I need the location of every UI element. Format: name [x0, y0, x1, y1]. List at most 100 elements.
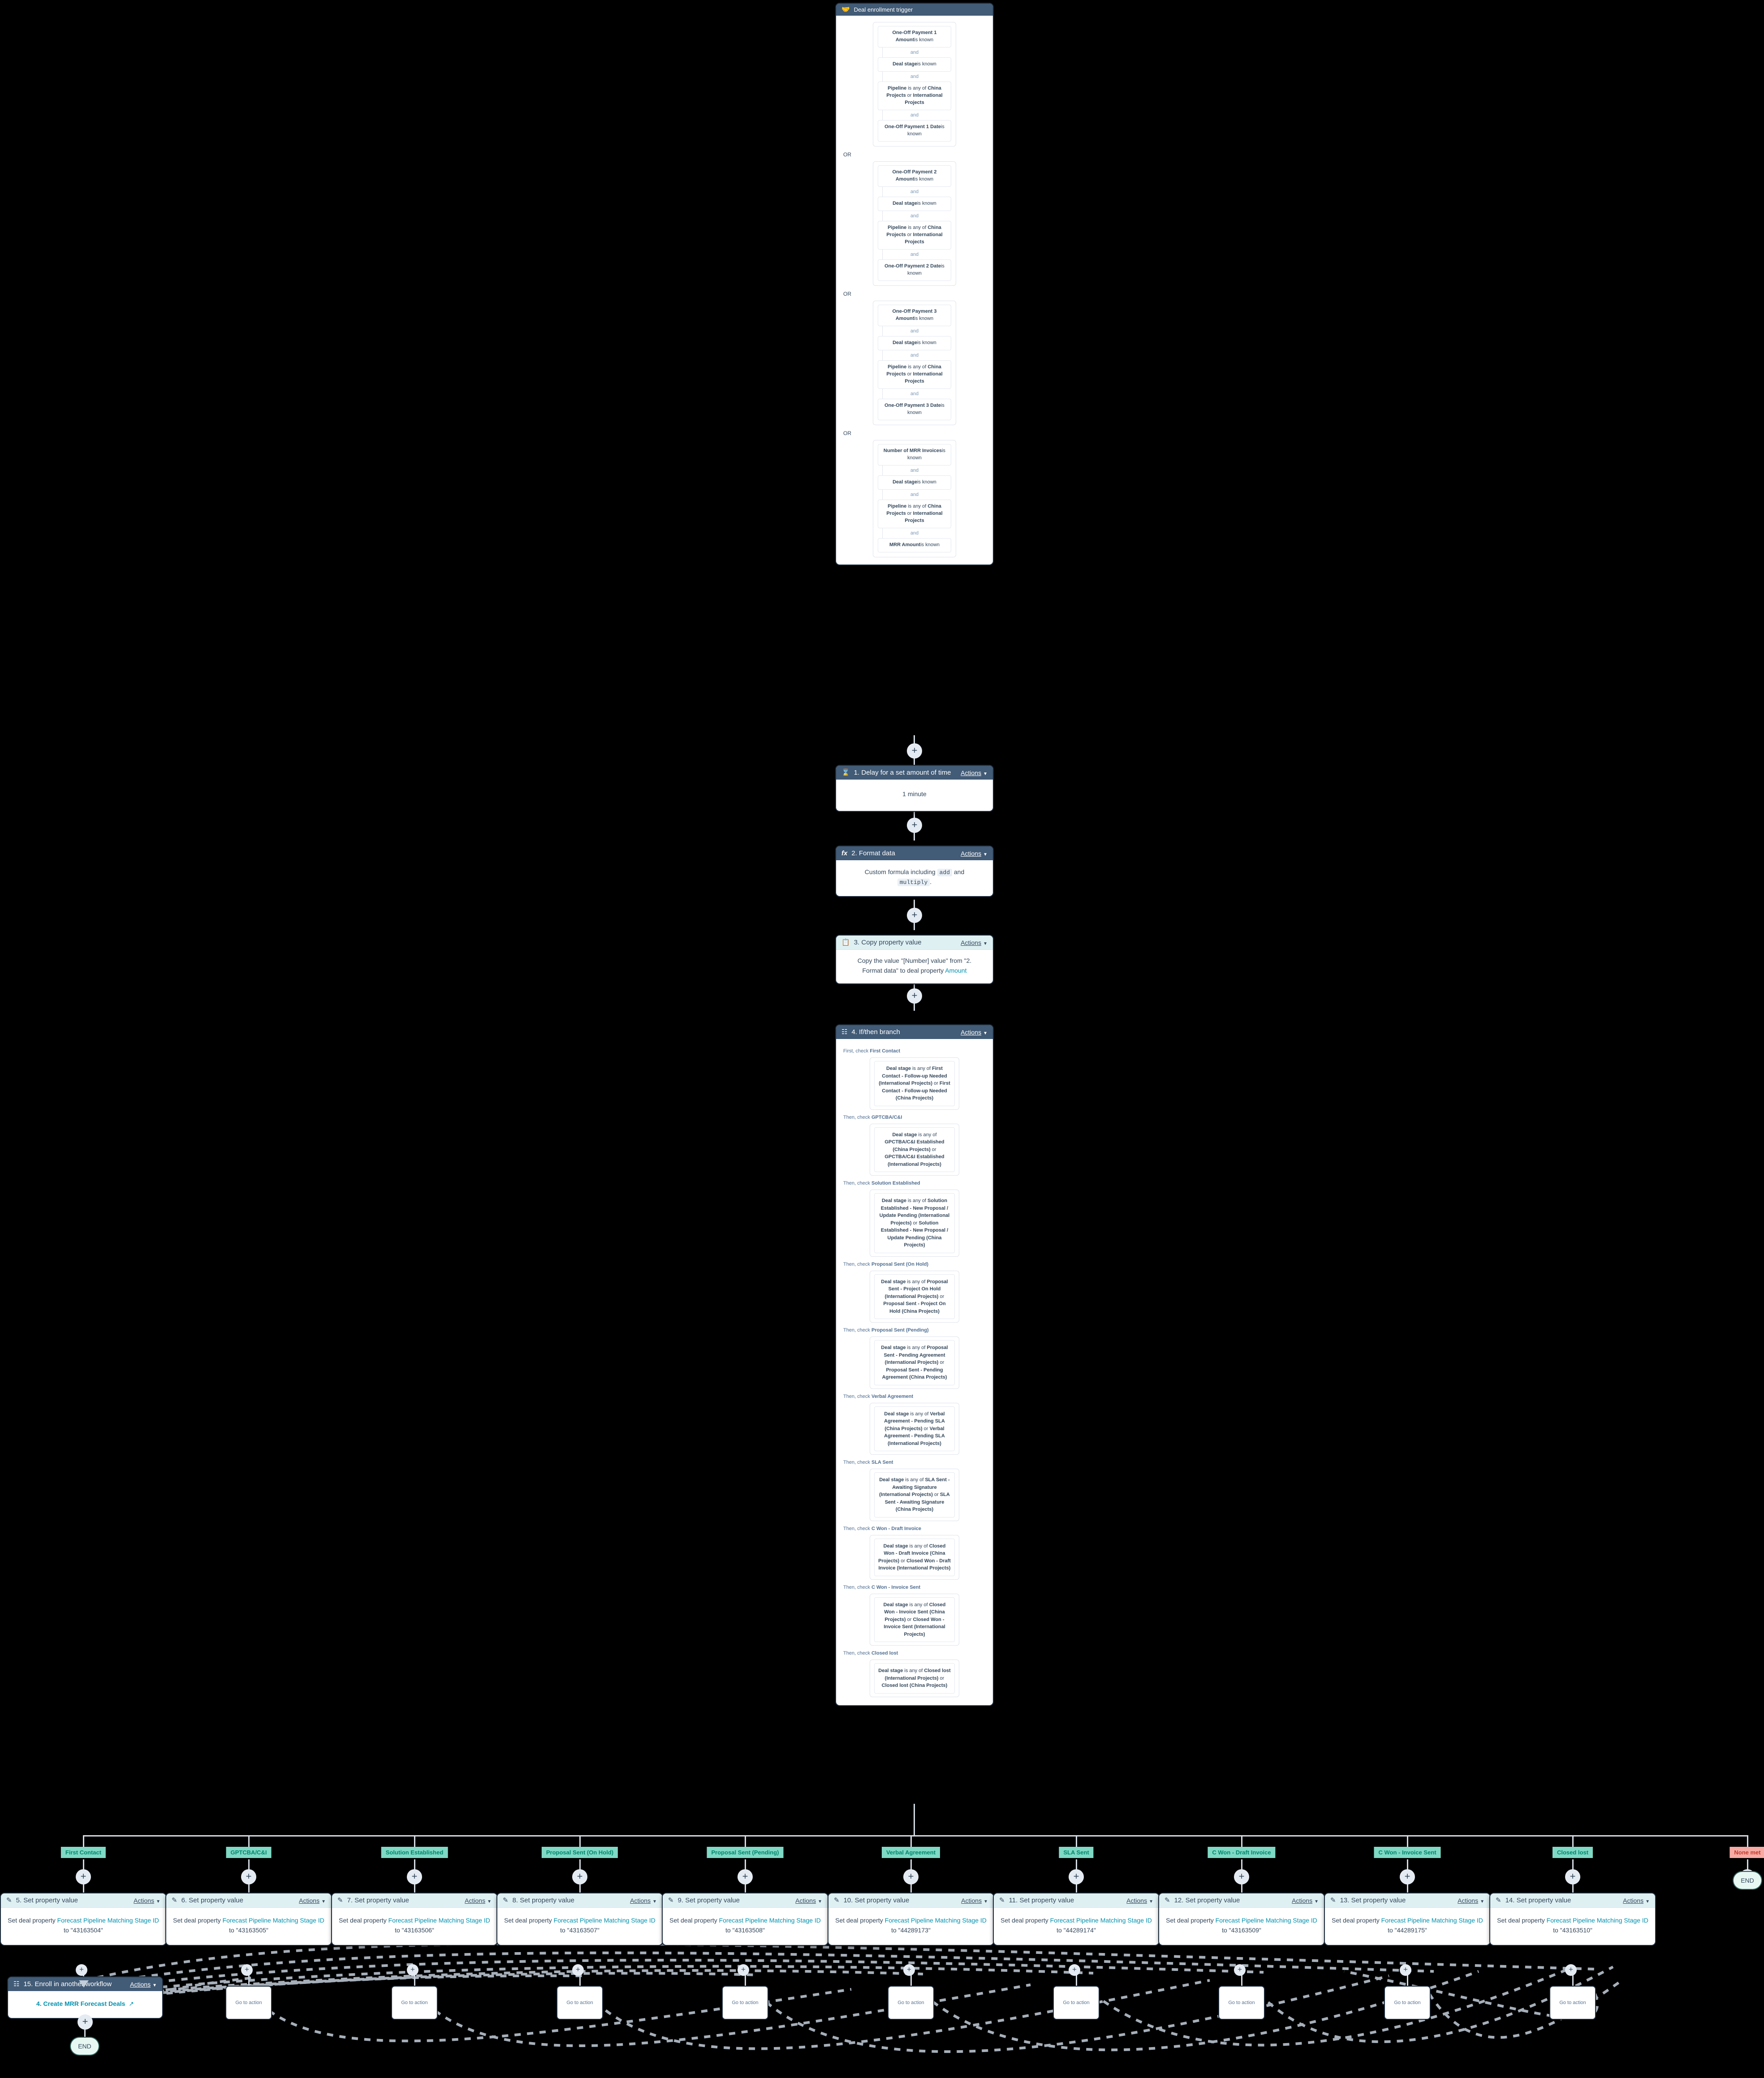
- trigger-filter-row[interactable]: One-Off Payment 3 Amountis known: [878, 305, 951, 327]
- branch-card-actions-menu[interactable]: Actions ▼: [1458, 1897, 1484, 1904]
- branch-card-actions-menu[interactable]: Actions ▼: [1292, 1897, 1319, 1904]
- goto-action-box-10[interactable]: Go to action: [1550, 1987, 1595, 2019]
- branch-action-card-2[interactable]: ✎ 6. Set property value Actions ▼ Set deal p…: [166, 1893, 331, 1945]
- trigger-filter-row[interactable]: MRR Amountis known: [878, 538, 951, 552]
- branch-property-link[interactable]: Forecast Pipeline Matching Stage ID: [1547, 1917, 1648, 1924]
- add-step-button-goto-10[interactable]: +: [1565, 1964, 1577, 1976]
- branch-property-link[interactable]: Forecast Pipeline Matching Stage ID: [1050, 1917, 1152, 1924]
- add-step-button-2[interactable]: +: [907, 818, 922, 833]
- step-delay-actions-menu[interactable]: Actions ▼: [961, 769, 988, 776]
- branch-card-actions-menu[interactable]: Actions ▼: [1623, 1897, 1650, 1904]
- goto-action-box-5[interactable]: Go to action: [723, 1987, 768, 2019]
- branch-property-link[interactable]: Forecast Pipeline Matching Stage ID: [1216, 1917, 1317, 1924]
- trigger-filter-row[interactable]: Pipeline is any of China Projects or Int…: [878, 220, 951, 250]
- branch-chip-4[interactable]: Proposal Sent (On Hold): [541, 1847, 618, 1858]
- add-step-button-branch-7[interactable]: +: [1069, 1869, 1084, 1884]
- goto-action-box-7[interactable]: Go to action: [1054, 1987, 1099, 2019]
- branch-card-actions-menu[interactable]: Actions ▼: [134, 1897, 160, 1904]
- branch-chip-7[interactable]: SLA Sent: [1059, 1847, 1094, 1858]
- branch-property-link[interactable]: Forecast Pipeline Matching Stage ID: [1381, 1917, 1483, 1924]
- trigger-filter-row[interactable]: Number of MRR Invoicesis known: [878, 444, 951, 466]
- branch-chip-10[interactable]: Closed lost: [1552, 1847, 1593, 1858]
- step-delay-card[interactable]: ⌛ 1. Delay for a set amount of time Acti…: [836, 766, 993, 811]
- add-step-button-branch-2[interactable]: +: [241, 1869, 256, 1884]
- branch-property-link[interactable]: Forecast Pipeline Matching Stage ID: [388, 1917, 490, 1924]
- trigger-filter-row[interactable]: Deal stageis known: [878, 475, 951, 490]
- add-step-button-goto-2[interactable]: +: [241, 1964, 253, 1976]
- branch-property-link[interactable]: Forecast Pipeline Matching Stage ID: [57, 1917, 159, 1924]
- branch-card-actions-menu[interactable]: Actions ▼: [465, 1897, 492, 1904]
- branch-condition-box[interactable]: Deal stage is any of Verbal Agreement - …: [874, 1406, 955, 1452]
- branch-action-card-6[interactable]: ✎ 10. Set property value Actions ▼ Set deal …: [828, 1893, 993, 1945]
- branch-property-link[interactable]: Forecast Pipeline Matching Stage ID: [554, 1917, 656, 1924]
- branch-chip-2[interactable]: GPTCBA/C&I: [226, 1847, 272, 1858]
- add-step-button-branch-5[interactable]: +: [738, 1869, 753, 1884]
- branch-action-card-1[interactable]: ✎ 5. Set property value Actions ▼ Set deal p…: [1, 1893, 166, 1945]
- trigger-filter-row[interactable]: Deal stageis known: [878, 336, 951, 350]
- goto-action-box-6[interactable]: Go to action: [888, 1987, 933, 2019]
- branch-action-card-5[interactable]: ✎ 9. Set property value Actions ▼ Set deal p…: [663, 1893, 828, 1945]
- trigger-filter-row[interactable]: Deal stageis known: [878, 57, 951, 72]
- goto-action-box-4[interactable]: Go to action: [557, 1987, 602, 2019]
- branch-action-card-8[interactable]: ✎ 12. Set property value Actions ▼ Set deal …: [1159, 1893, 1324, 1945]
- trigger-filter-row[interactable]: One-Off Payment 2 Amountis known: [878, 165, 951, 187]
- branch-card-actions-menu[interactable]: Actions ▼: [795, 1897, 822, 1904]
- external-link-icon[interactable]: ↗: [129, 2000, 134, 2007]
- add-step-button-goto-8[interactable]: +: [1234, 1964, 1246, 1976]
- branch-condition-box[interactable]: Deal stage is any of Proposal Sent - Pro…: [874, 1274, 955, 1319]
- branch-chip-3[interactable]: Solution Established: [381, 1847, 448, 1858]
- add-step-button-branch-10[interactable]: +: [1565, 1869, 1580, 1884]
- add-step-button-goto-9[interactable]: +: [1400, 1964, 1411, 1976]
- branch-condition-box[interactable]: Deal stage is any of Closed Won - Invoic…: [874, 1597, 955, 1643]
- add-step-button-branch-8[interactable]: +: [1234, 1869, 1249, 1884]
- enroll-workflow-link[interactable]: 4. Create MRR Forecast Deals: [36, 2000, 125, 2007]
- goto-action-box-3[interactable]: Go to action: [392, 1987, 437, 2019]
- add-step-button-branch-4[interactable]: +: [572, 1869, 587, 1884]
- branch-condition-box[interactable]: Deal stage is any of Closed lost (Intern…: [874, 1663, 955, 1694]
- trigger-filter-row[interactable]: One-Off Payment 1 Amountis known: [878, 26, 951, 47]
- trigger-filter-row[interactable]: One-Off Payment 2 Dateis known: [878, 259, 951, 281]
- branch-property-link[interactable]: Forecast Pipeline Matching Stage ID: [885, 1917, 987, 1924]
- branch-action-card-10[interactable]: ✎ 14. Set property value Actions ▼ Set deal …: [1490, 1893, 1655, 1945]
- branch-chip-1[interactable]: First Contact: [60, 1847, 106, 1858]
- branch-property-link[interactable]: Forecast Pipeline Matching Stage ID: [223, 1917, 324, 1924]
- add-step-button-goto-4[interactable]: +: [572, 1964, 584, 1976]
- branch-card-actions-menu[interactable]: Actions ▼: [630, 1897, 657, 1904]
- add-step-button-goto-3[interactable]: +: [407, 1964, 418, 1976]
- goto-action-box-2[interactable]: Go to action: [226, 1987, 271, 2019]
- step-branch-card[interactable]: ☷ 4. If/then branch Actions ▼ First, chec…: [836, 1025, 993, 1705]
- goto-action-box-9[interactable]: Go to action: [1385, 1987, 1430, 2019]
- branch-chip-8[interactable]: C Won - Draft Invoice: [1208, 1847, 1276, 1858]
- branch-condition-box[interactable]: Deal stage is any of Proposal Sent - Pen…: [874, 1340, 955, 1385]
- step-copy-property-link[interactable]: Amount: [945, 967, 966, 974]
- add-step-button-enroll[interactable]: +: [78, 2014, 93, 2030]
- trigger-filter-row[interactable]: Pipeline is any of China Projects or Int…: [878, 500, 951, 528]
- branch-chip-5[interactable]: Proposal Sent (Pending): [707, 1847, 784, 1858]
- step-enroll-actions-menu[interactable]: Actions ▼: [130, 1981, 157, 1988]
- add-step-button-branch-3[interactable]: +: [407, 1869, 422, 1884]
- branch-action-card-9[interactable]: ✎ 13. Set property value Actions ▼ Set deal …: [1325, 1893, 1490, 1945]
- add-step-button-goto-6[interactable]: +: [903, 1964, 915, 1976]
- trigger-filter-row[interactable]: One-Off Payment 3 Dateis known: [878, 398, 951, 420]
- add-step-button-branch-9[interactable]: +: [1400, 1869, 1415, 1884]
- trigger-filter-row[interactable]: Pipeline is any of China Projects or Int…: [878, 81, 951, 110]
- deal-enrollment-trigger-card[interactable]: 🤝 Deal enrollment trigger One-Off Paymen…: [836, 4, 993, 565]
- add-step-button-goto-1[interactable]: +: [76, 1964, 87, 1976]
- step-format-card[interactable]: fx 2. Format data Actions ▼ Custom formul…: [836, 846, 993, 897]
- step-branch-actions-menu[interactable]: Actions ▼: [961, 1029, 988, 1036]
- branch-action-card-7[interactable]: ✎ 11. Set property value Actions ▼ Set deal …: [994, 1893, 1159, 1945]
- trigger-filter-row[interactable]: Pipeline is any of China Projects or Int…: [878, 360, 951, 389]
- branch-card-actions-menu[interactable]: Actions ▼: [961, 1897, 988, 1904]
- branch-card-actions-menu[interactable]: Actions ▼: [1126, 1897, 1153, 1904]
- trigger-filter-row[interactable]: One-Off Payment 1 Dateis known: [878, 120, 951, 142]
- step-copy-card[interactable]: 📋 3. Copy property value Actions ▼ Copy t…: [836, 936, 993, 984]
- goto-action-box-8[interactable]: Go to action: [1219, 1987, 1264, 2019]
- branch-card-actions-menu[interactable]: Actions ▼: [299, 1897, 326, 1904]
- step-copy-actions-menu[interactable]: Actions ▼: [961, 939, 988, 946]
- step-format-actions-menu[interactable]: Actions ▼: [961, 850, 988, 857]
- branch-action-card-4[interactable]: ✎ 8. Set property value Actions ▼ Set deal p…: [497, 1893, 662, 1945]
- branch-action-card-3[interactable]: ✎ 7. Set property value Actions ▼ Set deal p…: [332, 1893, 497, 1945]
- branch-condition-box[interactable]: Deal stage is any of Solution Establishe…: [874, 1193, 955, 1253]
- trigger-filter-row[interactable]: Deal stageis known: [878, 196, 951, 211]
- branch-chip-6[interactable]: Verbal Agreement: [881, 1847, 940, 1858]
